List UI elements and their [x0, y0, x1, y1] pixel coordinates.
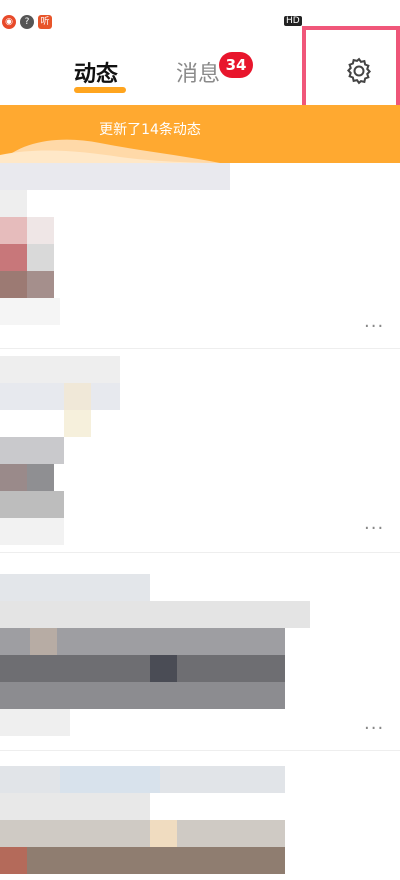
app-icon-1: ◉ — [2, 15, 16, 29]
message-count-badge: 34 — [219, 52, 253, 78]
tab-dynamics[interactable]: 动态 — [74, 56, 118, 88]
tab-active-underline — [74, 87, 126, 93]
hd-indicator: HD — [284, 16, 302, 26]
post-content-mosaic[interactable] — [0, 766, 400, 880]
post-more-button[interactable]: ··· — [364, 518, 384, 539]
post-divider — [0, 552, 400, 553]
app-icon-2: ? — [20, 15, 34, 29]
app-icon-3: 听 — [38, 15, 52, 29]
tab-messages[interactable]: 消息 — [176, 56, 220, 88]
post-content-mosaic[interactable] — [0, 356, 400, 556]
post-divider — [0, 348, 400, 349]
update-banner: 更新了14条动态 — [0, 105, 400, 163]
post-more-button[interactable]: ··· — [364, 316, 384, 337]
post-divider — [0, 750, 400, 751]
banner-wave — [0, 139, 220, 163]
post-content-mosaic[interactable] — [0, 163, 400, 348]
post-content-mosaic[interactable] — [0, 574, 400, 744]
settings-button[interactable] — [302, 26, 400, 110]
post-more-button[interactable]: ··· — [364, 718, 384, 739]
settings-gear-icon — [346, 57, 372, 85]
